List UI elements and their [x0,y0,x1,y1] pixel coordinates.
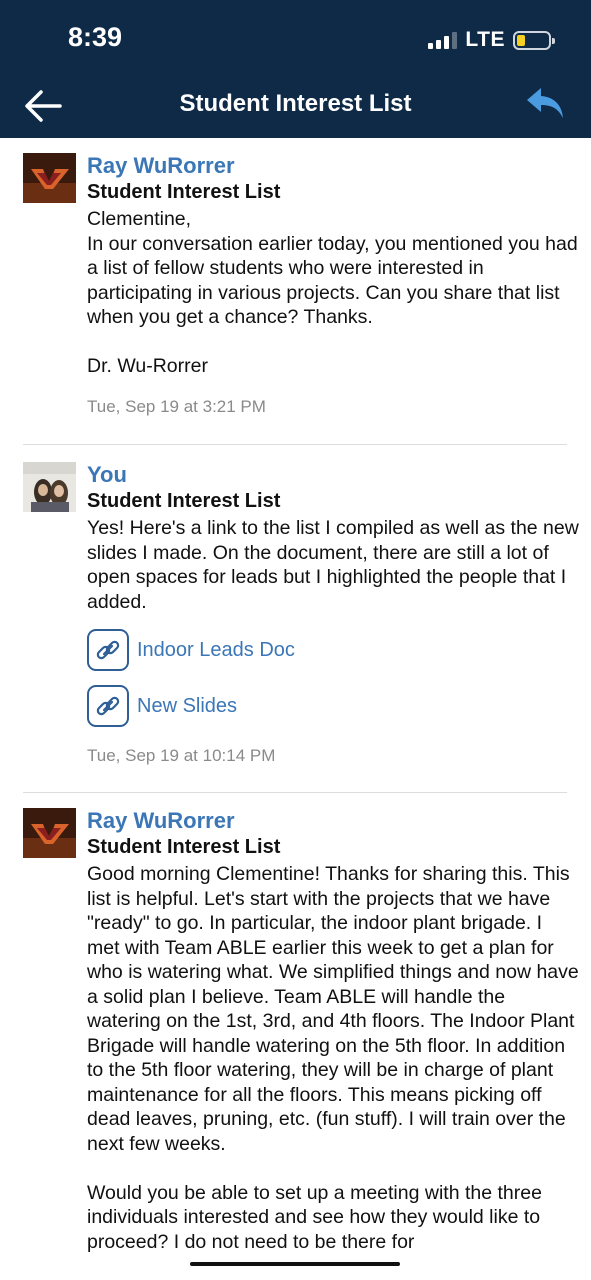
message-body: Good morning Clementine! Thanks for shar… [87,862,591,1254]
message-thread: Ray WuRorrer Student Interest List Cleme… [0,138,591,1253]
signal-icon [428,31,458,49]
message-text: Yes! Here's a link to the list I compile… [87,517,579,613]
reply-icon[interactable] [525,86,567,122]
message-text: Clementine, In our conversation earlier … [87,208,578,377]
network-label: LTE [465,28,505,51]
app-header: 8:39 LTE Student Interest List [0,0,591,138]
sender-name[interactable]: Ray WuRorrer [87,808,591,834]
message-item: Ray WuRorrer Student Interest List Cleme… [0,138,591,417]
sender-name[interactable]: Ray WuRorrer [87,153,591,179]
message-item: Ray WuRorrer Student Interest List Good … [0,786,591,1254]
message-subject: Student Interest List [87,836,281,858]
link-icon [87,629,129,671]
message-subject: Student Interest List [87,490,281,512]
page-title: Student Interest List [179,90,412,117]
attachment-new-slides[interactable]: New Slides [87,684,591,728]
attachment-label[interactable]: Indoor Leads Doc [137,639,295,662]
message-timestamp: Tue, Sep 19 at 3:21 PM [87,396,266,416]
message-body: Clementine, In our conversation earlier … [87,207,591,379]
attachment-indoor-leads-doc[interactable]: Indoor Leads Doc [87,628,591,672]
battery-icon [513,30,555,50]
redaction-scribble [190,1262,400,1266]
message-timestamp: Tue, Sep 19 at 10:14 PM [87,746,276,765]
message-subject: Student Interest List [87,181,281,203]
status-time: 8:39 [68,22,123,52]
link-icon [87,685,129,727]
message-body: Yes! Here's a link to the list I compile… [87,516,591,614]
message-item: You Student Interest List Yes! Here's a … [0,438,591,766]
message-text: Good morning Clementine! Thanks for shar… [87,863,579,1253]
avatar [23,153,76,203]
avatar [23,808,76,858]
status-indicators: LTE [428,28,555,52]
sender-name[interactable]: You [87,462,591,488]
avatar [23,462,76,512]
attachment-label[interactable]: New Slides [137,695,237,718]
